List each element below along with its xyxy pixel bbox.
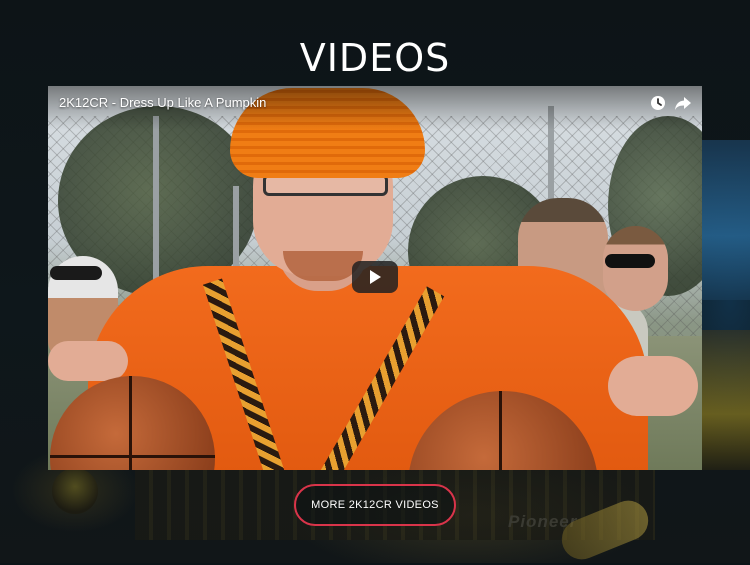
video-frame-arm <box>48 341 128 381</box>
play-icon <box>370 270 381 284</box>
video-title[interactable]: 2K12CR - Dress Up Like A Pumpkin <box>59 95 266 110</box>
play-button[interactable] <box>352 261 398 293</box>
video-frame-arm <box>608 356 698 416</box>
page-title: VIDEOS <box>299 36 451 80</box>
video-player[interactable]: 2K12CR - Dress Up Like A Pumpkin <box>48 86 702 470</box>
background-yellow-light <box>702 330 750 470</box>
video-frame-sunglasses <box>50 266 102 280</box>
video-frame-person <box>603 226 668 311</box>
background-glass <box>52 468 98 514</box>
video-frame-sunglasses <box>605 254 655 268</box>
background-blue-light <box>702 140 750 300</box>
share-icon[interactable] <box>673 93 693 113</box>
clock-icon[interactable] <box>648 93 668 113</box>
more-videos-button[interactable]: MORE 2K12CR VIDEOS <box>294 484 456 526</box>
